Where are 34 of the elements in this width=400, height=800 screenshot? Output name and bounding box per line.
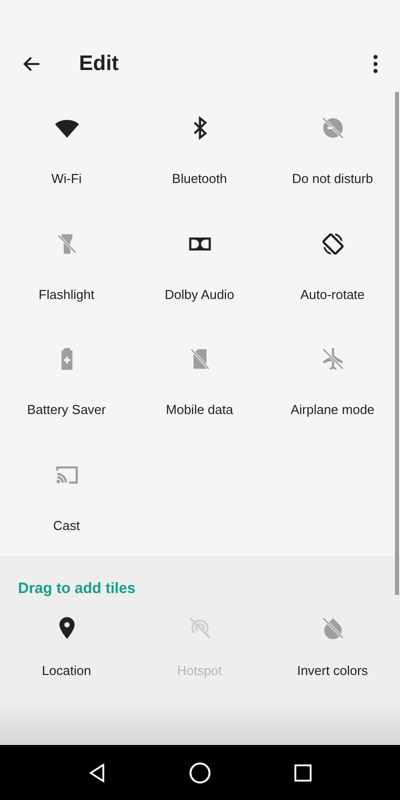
tile-label: Do not disturb: [292, 171, 373, 186]
quick-settings-tile[interactable]: Airplane mode: [266, 323, 399, 438]
quick-settings-tile[interactable]: Wi-Fi: [0, 92, 133, 208]
tile-label: Wi-Fi: [51, 171, 82, 186]
tile-label: Mobile data: [166, 402, 234, 417]
tile-label: Cast: [53, 518, 80, 532]
quick-settings-tile[interactable]: Location: [0, 613, 133, 678]
tile-label: Location: [42, 663, 92, 678]
tile-label: Hotspot: [177, 663, 222, 678]
section-heading: Drag to add tiles: [17, 579, 137, 598]
tile-label: Flashlight: [38, 286, 94, 302]
quick-settings-tile[interactable]: Flashlight: [0, 208, 133, 323]
quick-settings-tile[interactable]: Mobile data: [133, 323, 266, 438]
quick-settings-tile[interactable]: Cast: [0, 438, 133, 554]
tile-label: Dolby Audio: [164, 286, 234, 302]
tile-label: Battery Saver: [27, 402, 106, 417]
quick-settings-tile[interactable]: Invert colors: [266, 613, 399, 678]
circle-home-icon: [188, 762, 211, 784]
tile-label: Auto-rotate: [300, 286, 365, 302]
more-options-button[interactable]: [371, 54, 379, 74]
scrollbar[interactable]: [395, 92, 399, 595]
quick-settings-tile[interactable]: Auto-rotate: [266, 208, 399, 323]
quick-settings-tile[interactable]: Do not disturb: [266, 92, 399, 208]
quick-settings-tile[interactable]: Bluetooth: [133, 92, 266, 208]
triangle-back-icon: [88, 762, 106, 782]
home-button[interactable]: [186, 760, 213, 786]
quick-settings-tile[interactable]: Dolby Audio: [133, 208, 266, 323]
tile-label: Airplane mode: [290, 402, 374, 417]
square-recents-icon: [294, 764, 312, 782]
quick-settings-tile[interactable]: Battery Saver: [0, 323, 133, 438]
more-options-icon: [372, 55, 378, 73]
screen-title: Edit: [79, 52, 120, 76]
tile-label: Bluetooth: [172, 171, 227, 186]
tile-label: Invert colors: [297, 663, 368, 678]
